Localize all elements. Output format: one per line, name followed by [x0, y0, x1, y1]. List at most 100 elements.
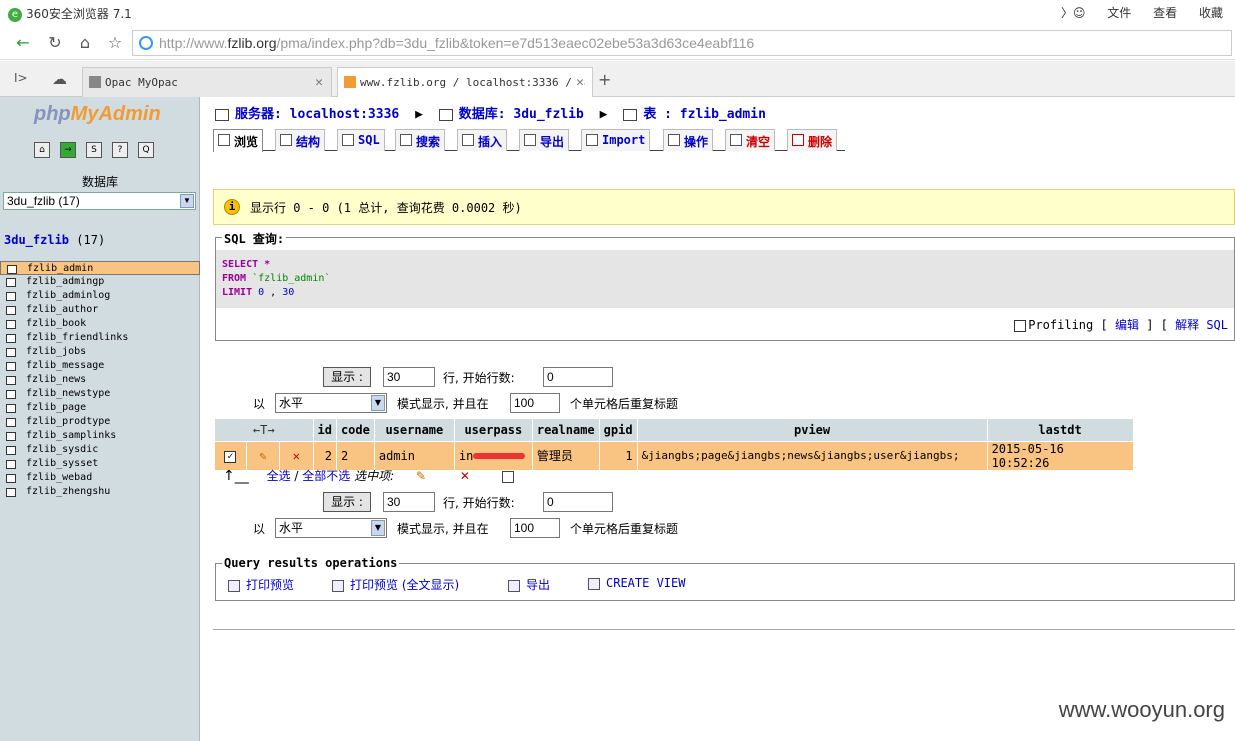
close-icon[interactable]: ✕ — [315, 75, 323, 90]
profiling-checkbox[interactable] — [1014, 319, 1027, 332]
breadcrumb-server[interactable]: localhost:3336 — [290, 107, 400, 122]
row-checkbox[interactable]: ✓ — [224, 451, 237, 463]
tab-export[interactable]: 导出 — [519, 129, 570, 151]
sidebar-item-table[interactable]: fzlib_news — [0, 373, 200, 387]
edit-link[interactable]: 编辑 — [1115, 318, 1139, 332]
menu-favorites[interactable]: 收藏 — [1199, 6, 1223, 20]
pencil-icon[interactable]: ✎ — [416, 469, 426, 483]
tab-search[interactable]: 搜索 — [395, 129, 446, 151]
tab-browse[interactable]: 浏览 — [213, 129, 264, 152]
sidebar-item-table[interactable]: fzlib_prodtype — [0, 415, 200, 429]
table-icon — [623, 108, 638, 121]
column-header[interactable]: userpass — [454, 419, 533, 441]
sql-icon[interactable]: S — [86, 142, 102, 158]
column-header[interactable]: gpid — [599, 419, 638, 441]
trash-icon — [730, 134, 742, 146]
delete-icon[interactable]: ✕ — [279, 440, 314, 470]
nav-form-bottom: 显示 : 30 行, 开始行数: 0 以 水平 ▼ 模式显示, 并且在 100 个… — [253, 492, 853, 542]
breadcrumb-table[interactable]: fzlib_admin — [680, 107, 766, 122]
pencil-icon[interactable]: ✎ — [246, 440, 281, 470]
sidebar-item-table[interactable]: fzlib_adminlog — [0, 289, 200, 303]
rows-input[interactable]: 30 — [383, 492, 435, 512]
menu-view[interactable]: 查看 — [1153, 6, 1177, 20]
cell-realname: 管理员 — [532, 440, 600, 470]
close-icon[interactable]: ✕ — [576, 75, 584, 90]
star-icon[interactable]: ☆ — [104, 32, 126, 54]
display-mode-select[interactable]: 水平 ▼ — [275, 518, 387, 538]
explain-link[interactable]: 解释 SQL — [1175, 318, 1228, 332]
column-header[interactable]: realname — [532, 419, 600, 441]
column-header[interactable]: code — [336, 419, 375, 441]
tab-insert[interactable]: 插入 — [457, 129, 508, 151]
docs-icon[interactable]: Q — [138, 142, 154, 158]
sort-arrows[interactable]: ←T→ — [215, 419, 314, 441]
cloud-icon[interactable]: ☁ — [52, 70, 67, 88]
sidebar-item-table[interactable]: fzlib_book — [0, 317, 200, 331]
database-heading[interactable]: 3du_fzlib (17) — [4, 233, 105, 247]
tab-empty[interactable]: 清空 — [725, 129, 776, 151]
sidebar-item-table[interactable]: fzlib_friendlinks — [0, 331, 200, 345]
repeat-input[interactable]: 100 — [510, 518, 560, 538]
url-input[interactable]: http://www.fzlib.org/pma/index.php?db=3d… — [132, 30, 1232, 56]
uncheck-all-link[interactable]: 全部不选 — [302, 469, 350, 483]
start-input[interactable]: 0 — [543, 367, 613, 387]
sidebar-item-table[interactable]: fzlib_author — [0, 303, 200, 317]
table-icon — [6, 460, 16, 469]
table-icon — [6, 320, 16, 329]
sidebar-item-table[interactable]: fzlib_zhengshu — [0, 485, 200, 499]
export-link[interactable]: 导出 — [508, 576, 550, 593]
tab-opac[interactable]: Opac MyOpac ✕ — [82, 67, 332, 97]
watermark: www.wooyun.org — [1058, 697, 1225, 722]
sidebar-item-table[interactable]: fzlib_admin — [0, 261, 200, 275]
refresh-icon[interactable]: ↻ — [44, 32, 66, 54]
delete-icon[interactable]: ✕ — [460, 469, 470, 483]
column-header[interactable]: username — [374, 419, 455, 441]
table-icon — [6, 418, 16, 427]
start-input[interactable]: 0 — [543, 492, 613, 512]
sidebar-item-table[interactable]: fzlib_sysset — [0, 457, 200, 471]
query-window-icon[interactable]: ? — [112, 142, 128, 158]
display-mode-select[interactable]: 水平 ▼ — [275, 393, 387, 413]
tab-sql[interactable]: SQL — [337, 129, 385, 151]
sidebar-item-table[interactable]: fzlib_admingp — [0, 275, 200, 289]
rows-input[interactable]: 30 — [383, 367, 435, 387]
sidebar-toggle-icon[interactable]: I> — [14, 71, 28, 85]
sidebar-item-table[interactable]: fzlib_page — [0, 401, 200, 415]
sidebar-item-table[interactable]: fzlib_webad — [0, 471, 200, 485]
tab-phpmyadmin[interactable]: www.fzlib.org / localhost:3336 / 3 ✕ — [337, 67, 593, 98]
database-select[interactable]: 3du_fzlib (17) ▼ — [3, 192, 196, 210]
table-header-row: ←T→ id code username userpass realname g… — [215, 419, 1134, 441]
database-label: 数据库 — [81, 175, 118, 189]
table-icon — [6, 334, 16, 343]
home-icon[interactable]: ⌂ — [34, 142, 50, 158]
print-icon — [228, 579, 240, 592]
tab-import[interactable]: Import — [581, 129, 651, 151]
user-icon[interactable]: 〉☺ — [1061, 6, 1086, 20]
sidebar-item-table[interactable]: fzlib_sysdic — [0, 443, 200, 457]
menu-file[interactable]: 文件 — [1107, 6, 1131, 20]
column-header[interactable]: pview — [637, 419, 988, 441]
column-header[interactable]: id — [313, 419, 337, 441]
home-icon[interactable]: ⌂ — [74, 32, 96, 54]
sidebar-item-table[interactable]: fzlib_samplinks — [0, 429, 200, 443]
tab-operations[interactable]: 操作 — [663, 129, 714, 151]
check-all-link[interactable]: 全选 — [267, 469, 291, 483]
tab-structure[interactable]: 结构 — [275, 129, 326, 151]
print-view-link[interactable]: 打印预览 — [228, 576, 294, 593]
sidebar-item-table[interactable]: fzlib_message — [0, 359, 200, 373]
exit-icon[interactable]: → — [60, 142, 76, 158]
show-button[interactable]: 显示 : — [323, 367, 371, 387]
export-icon[interactable] — [501, 470, 514, 483]
new-tab-button[interactable]: + — [598, 70, 611, 89]
tab-drop[interactable]: 删除 — [787, 129, 838, 151]
column-header[interactable]: lastdt — [987, 419, 1134, 441]
sidebar-item-table[interactable]: fzlib_jobs — [0, 345, 200, 359]
create-view-link[interactable]: CREATE VIEW — [588, 576, 685, 590]
phpmyadmin-logo[interactable]: phpMyAdmin — [34, 103, 161, 126]
print-view-full-link[interactable]: 打印预览 (全文显示) — [332, 576, 459, 593]
back-icon[interactable]: ← — [12, 32, 34, 54]
breadcrumb-database[interactable]: 3du_fzlib — [513, 107, 583, 122]
sidebar-item-table[interactable]: fzlib_newstype — [0, 387, 200, 401]
show-button[interactable]: 显示 : — [323, 492, 371, 512]
repeat-input[interactable]: 100 — [510, 393, 560, 413]
